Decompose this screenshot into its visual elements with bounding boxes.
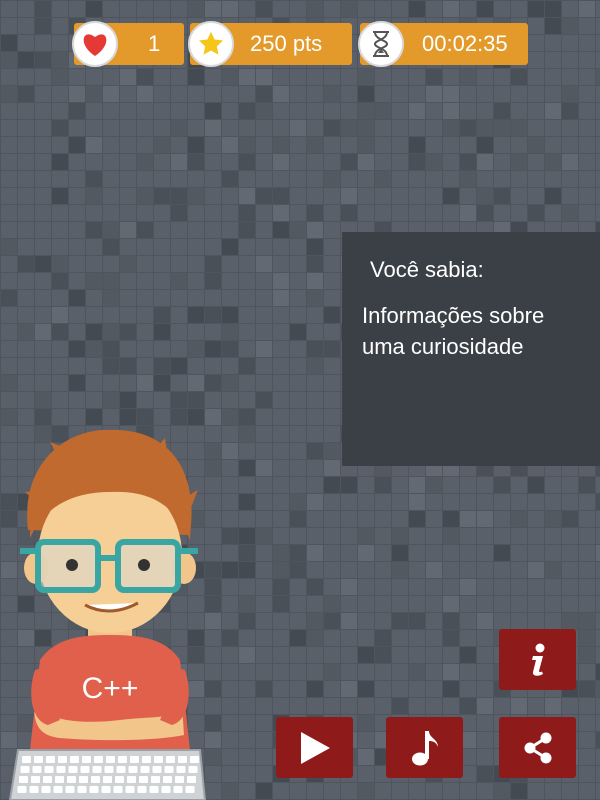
share-button[interactable] [499,717,576,778]
heart-icon [72,21,118,67]
play-button[interactable] [276,717,353,778]
star-icon [188,21,234,67]
share-icon [524,732,551,763]
fun-fact-body: Informações sobre uma curiosidade [362,303,545,359]
info-button[interactable] [499,629,576,690]
score-value: 250 pts [250,31,323,56]
info-icon [531,643,544,676]
shirt-logo-text: C++ [82,672,139,705]
score-counter: 250 pts [188,21,352,67]
lives-counter: 1 [72,21,184,67]
timer-counter: 00:02:35 [358,21,528,67]
lives-value: 1 [148,31,161,56]
play-icon [300,731,330,764]
hourglass-icon [358,21,404,67]
mascot-character: C++ [8,429,207,800]
fun-fact-panel: Você sabia: Informações sobre uma curios… [342,232,600,466]
music-note-icon [411,730,438,765]
music-button[interactable] [386,717,463,778]
fun-fact-title: Você sabia: [370,257,484,282]
timer-value: 00:02:35 [422,31,508,56]
